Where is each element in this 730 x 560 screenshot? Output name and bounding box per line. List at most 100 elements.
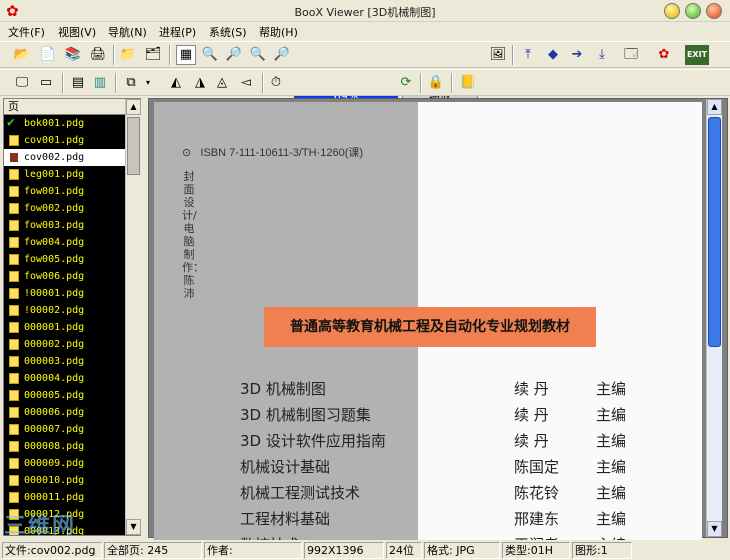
file-name: cov001.pdg [24,135,85,146]
note-icon[interactable]: 📒 [458,73,478,93]
book-author: 续 丹 [514,406,549,424]
file-icon [9,322,19,333]
open-file-icon[interactable]: 📄 [38,45,58,65]
copy-icon[interactable]: ⧉ [121,73,141,93]
status-type: 类型:01H [502,542,570,559]
page-viewer[interactable]: ⊙ ISBN 7-111-10611-3/TH·1260(课) 封面设计/电脑制… [148,98,728,542]
menu-help[interactable]: 帮助(H) [259,24,298,40]
goto-page-icon[interactable]: 🖼 [488,45,508,65]
book-role: 主编 [596,406,627,424]
menu-navigate[interactable]: 导航(N) [108,24,147,40]
app-logo-icon[interactable]: ✿ [654,45,674,65]
file-list-item[interactable]: ✔ bok001.pdg [4,115,125,132]
file-name: fow005.pdg [24,254,85,265]
zoom-out-icon[interactable]: 🔍 [248,45,268,65]
viewer-scrollbar[interactable]: ▲ ▼ [706,99,722,537]
file-name: !00001.pdg [24,288,85,299]
file-list-item[interactable]: 000003.pdg [4,353,125,370]
zoom-fit-icon[interactable]: 🔎 [272,45,292,65]
file-list-item[interactable]: 000010.pdg [4,472,125,489]
file-name: 000008.pdg [24,441,85,452]
refresh-icon[interactable]: ⟳ [396,73,416,93]
file-list-item[interactable]: 000011.pdg [4,489,125,506]
print-icon[interactable]: 🖨 [88,45,108,65]
rotate-right-icon[interactable]: ◮ [190,73,210,93]
flip-horizontal-icon[interactable]: ◬ [212,73,232,93]
file-list-item[interactable]: 000001.pdg [4,319,125,336]
file-list-item[interactable]: fow004.pdg [4,234,125,251]
file-list-item[interactable]: fow005.pdg [4,251,125,268]
file-name: 000002.pdg [24,339,85,350]
book-title: 3D 设计软件应用指南 [240,432,386,450]
library-icon[interactable]: 📚 [63,45,83,65]
folder-up-icon[interactable]: 📁 [118,45,138,65]
file-list-item[interactable]: leg001.pdg [4,166,125,183]
status-format: 格式: JPG [424,542,500,559]
open-folder-icon[interactable]: 📂 [12,45,32,65]
rotate-left-icon[interactable]: ◭ [166,73,186,93]
file-icon [9,458,19,469]
file-list-item[interactable]: 000005.pdg [4,387,125,404]
first-page-icon[interactable]: ⤒ [518,45,538,65]
file-name: 000001.pdg [24,322,85,333]
book-row: 机械设计基础 陈国定 主编 [240,456,660,480]
next-page-icon[interactable]: ➔ [567,45,587,65]
menu-file[interactable]: 文件(F) [8,24,45,40]
file-name: leg001.pdg [24,169,85,180]
previous-page-icon[interactable]: ◆ [543,45,563,65]
scroll-thumb[interactable] [127,117,140,175]
file-list-item[interactable]: 000006.pdg [4,404,125,421]
image-icon [9,152,19,163]
zoom-in-icon[interactable]: 🔎 [224,45,244,65]
file-list-item[interactable]: cov001.pdg [4,132,125,149]
book-role: 主编 [596,510,627,528]
file-list-item[interactable]: fow006.pdg [4,268,125,285]
file-list-item[interactable]: !00002.pdg [4,302,125,319]
panel-header: 页 [4,99,125,115]
scroll-up-icon[interactable]: ▲ [126,99,141,115]
file-list-item[interactable]: 000009.pdg [4,455,125,472]
lock-icon[interactable]: 🔒 [426,73,446,93]
dropdown-arrow-icon[interactable]: ▾ [142,73,154,93]
file-list[interactable]: ✔ bok001.pdg cov001.pdg cov002.pdg leg001.pd… [4,115,125,535]
file-list-item[interactable]: fow002.pdg [4,200,125,217]
last-page-icon[interactable]: ⤓ [592,45,612,65]
menu-process[interactable]: 进程(P) [159,24,196,40]
status-shape: 图形:1 [572,542,632,559]
file-list-item[interactable]: 000008.pdg [4,438,125,455]
file-list-item[interactable]: fow003.pdg [4,217,125,234]
maximize-button[interactable] [685,3,701,19]
file-list-item[interactable]: 000004.pdg [4,370,125,387]
file-icon [9,169,19,180]
toolbar-separator [115,73,117,93]
minimize-button[interactable] [664,3,680,19]
viewer-scroll-thumb[interactable] [708,117,721,347]
file-name: 000007.pdg [24,424,85,435]
file-icon [9,186,19,197]
file-list-item[interactable]: cov002.pdg [4,149,125,166]
magnifier-icon[interactable]: 🔍 [200,45,220,65]
folder-next-icon[interactable]: 🗂 [143,45,163,65]
menu-system[interactable]: 系统(S) [209,24,247,40]
flip-vertical-icon[interactable]: ◅ [236,73,256,93]
fullscreen-icon[interactable]: 🖵 [12,73,32,93]
toolbar-separator [451,73,453,93]
file-list-item[interactable]: 000007.pdg [4,421,125,438]
viewer-scroll-down-icon[interactable]: ▼ [707,521,722,537]
secondary-toolbar: 🖵 ▭ ▤ ▥ ⧉ ▾ ◭ ◮ ◬ ◅ ⏱ 130 ▲▼ ⟳ 🔒 📒 [0,69,730,162]
timer-icon[interactable]: ⏱ [266,73,286,93]
file-list-item[interactable]: !00001.pdg [4,285,125,302]
file-list-scrollbar[interactable]: ▲ ▼ [125,99,141,535]
color-icon[interactable]: ▥ [90,73,110,93]
file-list-item[interactable]: fow001.pdg [4,183,125,200]
exit-button[interactable]: EXIT [685,45,709,65]
close-button[interactable] [706,3,722,19]
checker-icon[interactable]: ▦ [176,45,196,65]
grid-view-icon[interactable]: ▤ [68,73,88,93]
viewer-scroll-up-icon[interactable]: ▲ [707,99,722,115]
scroll-down-icon[interactable]: ▼ [126,519,141,535]
window-icon[interactable]: ▭ [36,73,56,93]
export-icon[interactable]: 🗔 [621,45,641,65]
menu-view[interactable]: 视图(V) [58,24,96,40]
file-list-item[interactable]: 000002.pdg [4,336,125,353]
